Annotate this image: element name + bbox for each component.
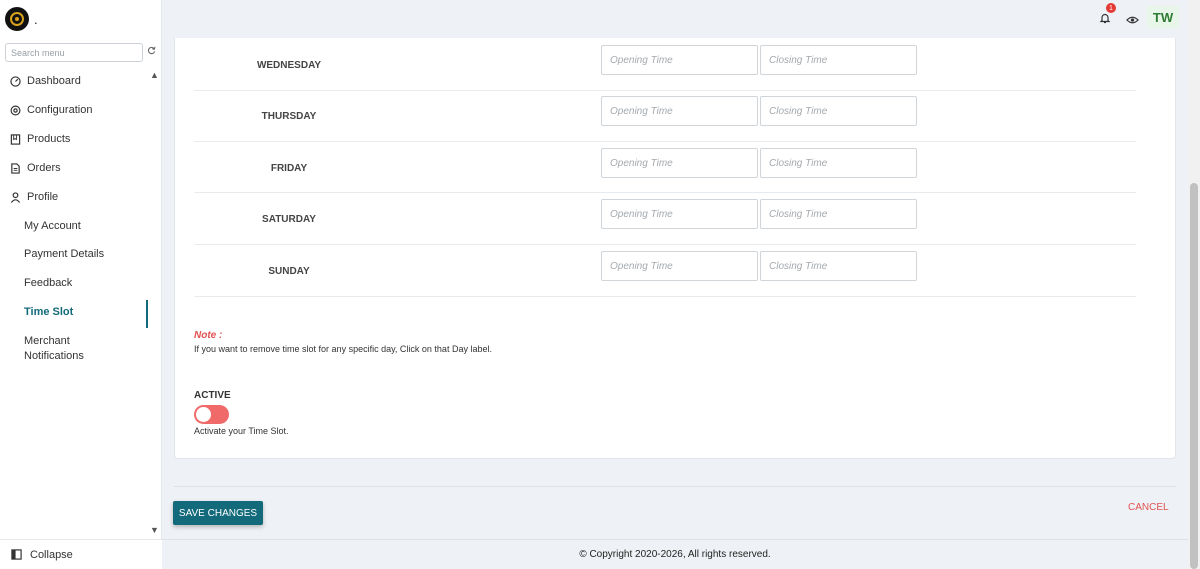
sidebar-item-label: Orders [27, 162, 61, 174]
day-label-thursday[interactable]: THURSDAY [194, 111, 384, 122]
friday-closing-time-input[interactable] [760, 148, 917, 178]
sidebar-item-dashboard[interactable]: Dashboard [10, 73, 81, 89]
day-label-sunday[interactable]: SUNDAY [194, 266, 384, 277]
book-icon [10, 133, 21, 145]
sunday-opening-time-input[interactable] [601, 251, 758, 281]
wednesday-opening-time-input[interactable] [601, 45, 758, 75]
cancel-button[interactable]: CANCEL [1128, 502, 1169, 513]
refresh-icon[interactable] [147, 46, 156, 58]
sidebar-item-my-account[interactable]: My Account [24, 219, 81, 234]
footer: © Copyright 2020-2026, All rights reserv… [162, 539, 1188, 569]
saturday-opening-time-input[interactable] [601, 199, 758, 229]
brand-name: . [34, 12, 38, 27]
search-menu-input[interactable] [5, 43, 143, 62]
sunday-closing-time-input[interactable] [760, 251, 917, 281]
user-icon [10, 191, 21, 203]
sidebar-item-label: Configuration [27, 104, 93, 116]
sidebar-item-label: Products [27, 133, 71, 145]
wednesday-closing-time-input[interactable] [760, 45, 917, 75]
page-scrollbar[interactable] [1188, 0, 1200, 569]
eye-icon[interactable] [1126, 12, 1139, 30]
sidebar-item-payment-details[interactable]: Payment Details [24, 247, 104, 262]
gear-icon [10, 105, 21, 115]
saturday-closing-time-input[interactable] [760, 199, 917, 229]
collapse-label: Collapse [30, 548, 73, 561]
day-label-saturday[interactable]: SATURDAY [194, 214, 384, 225]
save-changes-button[interactable]: SAVE CHANGES [173, 501, 263, 525]
active-toggle[interactable] [194, 405, 229, 424]
thursday-opening-time-input[interactable] [601, 96, 758, 126]
sidebar-item-orders[interactable]: Orders [10, 160, 61, 176]
active-indicator [146, 300, 148, 328]
day-label-friday[interactable]: FRIDAY [194, 163, 384, 174]
divider [174, 486, 1176, 487]
dashboard-icon [10, 75, 21, 87]
copyright-text: © Copyright 2020-2026, All rights reserv… [579, 549, 771, 560]
brand-logo[interactable] [5, 7, 29, 31]
sidebar-item-label: Profile [27, 191, 59, 203]
sidebar-item-merchant-notifications[interactable]: Merchant Notifications [24, 334, 114, 364]
sidebar-item-time-slot[interactable]: Time Slot [24, 305, 73, 320]
sidebar-item-label: Dashboard [27, 75, 81, 87]
sidebar-item-profile[interactable]: Profile [10, 189, 58, 205]
active-label: ACTIVE [194, 390, 231, 401]
scrollbar-thumb[interactable] [1190, 183, 1198, 569]
sidebar-collapse-icon [11, 549, 22, 560]
bell-icon[interactable] [1099, 11, 1111, 29]
friday-opening-time-input[interactable] [601, 148, 758, 178]
top-bar [162, 0, 1188, 38]
sidebar-item-configuration[interactable]: Configuration [10, 102, 92, 118]
day-label-wednesday[interactable]: WEDNESDAY [194, 60, 384, 71]
sidebar-item-products[interactable]: Products [10, 131, 70, 147]
note-title: Note : [194, 330, 223, 341]
note-text: If you want to remove time slot for any … [194, 344, 492, 354]
scroll-down-icon[interactable]: ▼ [150, 525, 159, 535]
toggle-knob [196, 407, 211, 422]
document-icon [11, 162, 20, 174]
active-help-text: Activate your Time Slot. [194, 426, 289, 436]
sidebar-item-feedback[interactable]: Feedback [24, 276, 72, 291]
avatar[interactable]: TW [1147, 6, 1179, 28]
thursday-closing-time-input[interactable] [760, 96, 917, 126]
scroll-up-icon[interactable]: ▲ [150, 70, 159, 80]
collapse-button[interactable]: Collapse [0, 539, 162, 569]
notification-badge: 1 [1106, 3, 1116, 13]
sidebar: . ▲ Dashboard Configuration Products Ord… [0, 0, 162, 569]
